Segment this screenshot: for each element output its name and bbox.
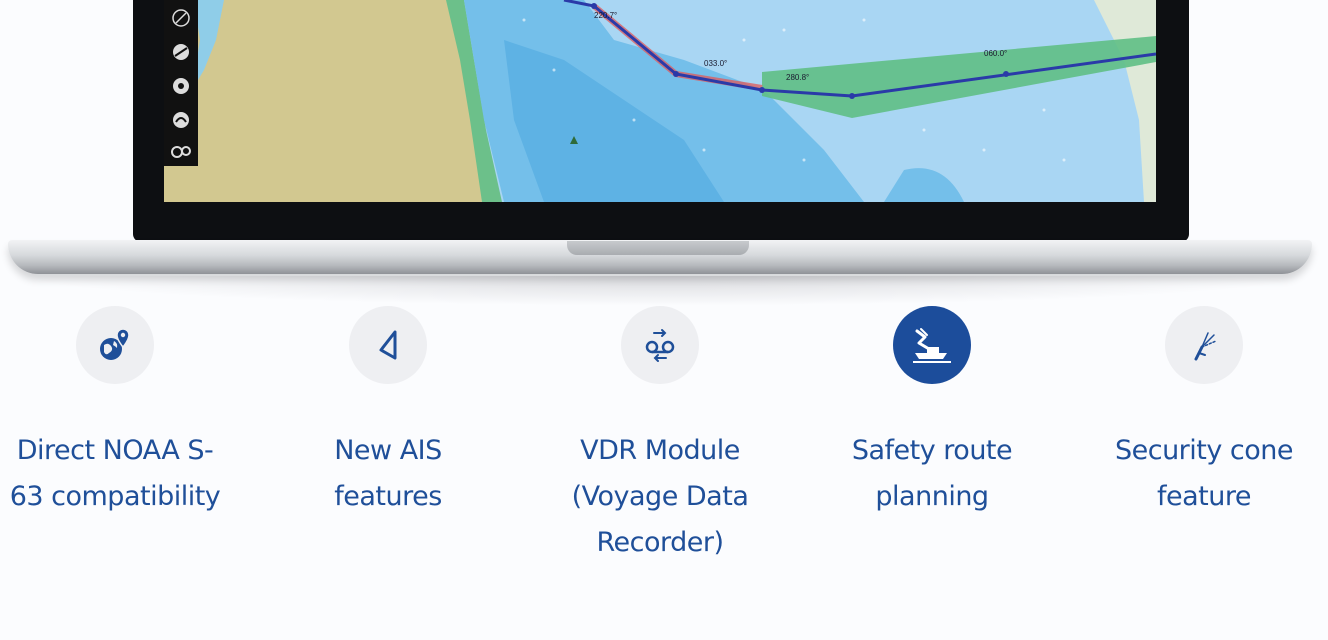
globe-pin-icon [76, 306, 154, 384]
nautical-chart-map[interactable]: 033.0° 280.8° 060.0° 220.7° [164, 0, 1156, 202]
laptop-shadow [20, 276, 1308, 306]
route-label: 280.8° [786, 73, 809, 82]
feature-label: Safety route planning [851, 435, 1013, 512]
compass-icon[interactable] [168, 6, 194, 30]
security-cone-icon [1165, 306, 1243, 384]
feature-label: Security cone feature [1114, 435, 1294, 512]
route-label: 220.7° [594, 11, 617, 20]
tape-recorder-icon [621, 306, 699, 384]
safety-route-icon [893, 306, 971, 384]
feature-label: Direct NOAA S- 63 compatibility [9, 435, 221, 512]
feature-safety-route: Safety route planning [797, 306, 1067, 520]
laptop-opening-notch [567, 241, 749, 255]
satellite-icon[interactable] [168, 40, 194, 64]
settings-group-icon[interactable] [168, 140, 194, 164]
route-label: 033.0° [704, 59, 727, 68]
feature-vdr-module: VDR Module (Voyage Data Recorder) [525, 306, 795, 566]
feature-label: New AIS features [334, 435, 442, 512]
satellite-dish-icon[interactable] [168, 108, 194, 132]
feature-label: VDR Module (Voyage Data Recorder) [571, 435, 749, 558]
feature-ais: New AIS features [253, 306, 523, 520]
target-icon[interactable] [168, 74, 194, 98]
ais-triangle-icon [349, 306, 427, 384]
feature-noaa-s63: Direct NOAA S- 63 compatibility [0, 306, 250, 520]
chart-toolbar [164, 0, 198, 166]
feature-security-cone: Security cone feature [1069, 306, 1328, 520]
route-label: 060.0° [984, 49, 1007, 58]
